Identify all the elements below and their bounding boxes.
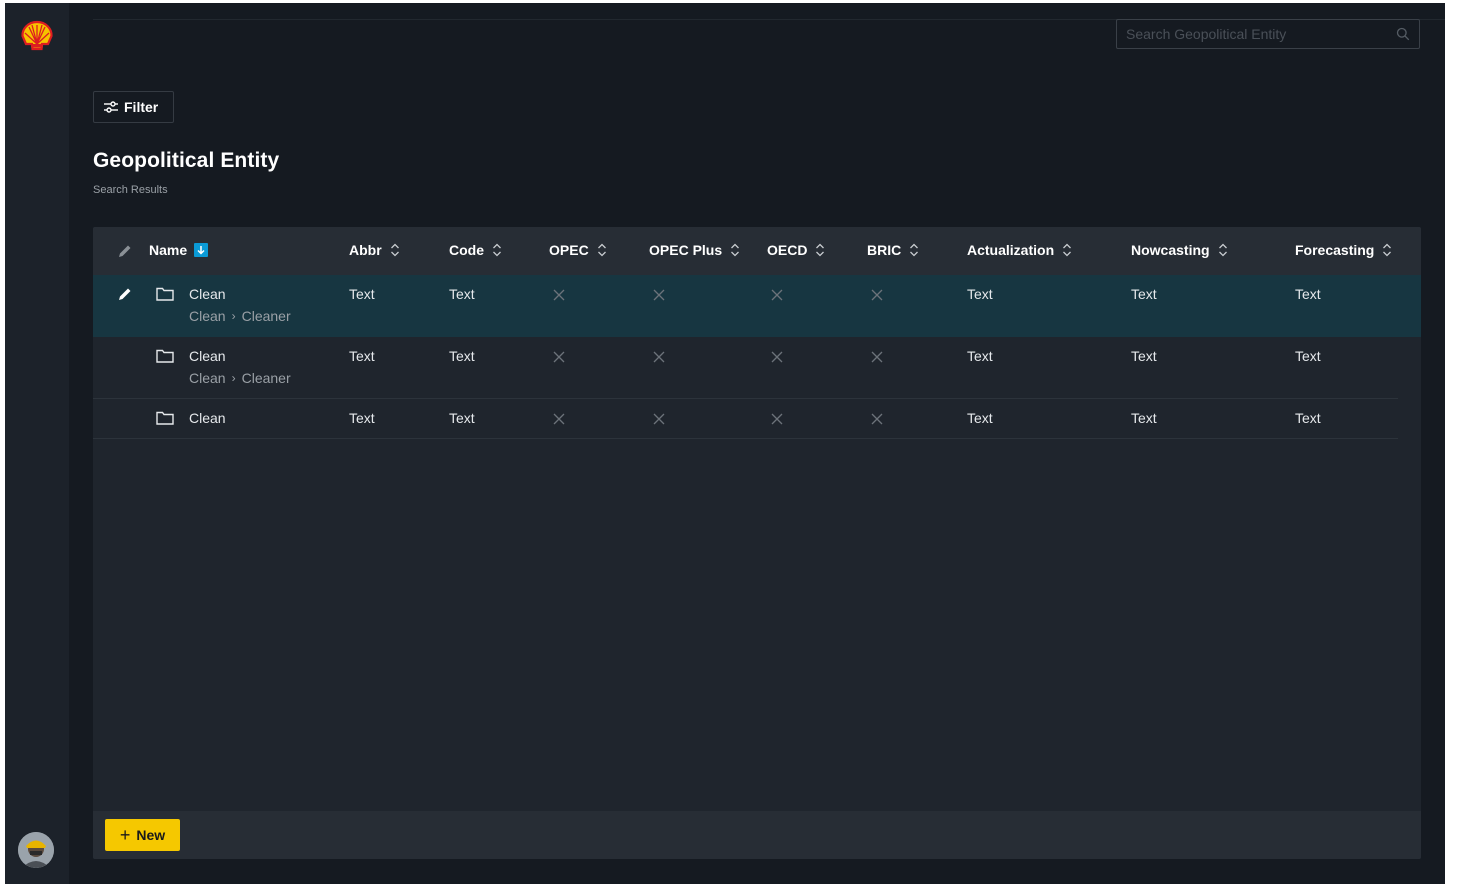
search-box[interactable] [1116,19,1420,49]
sort-icon[interactable] [597,243,607,257]
table-row[interactable]: Clean Text Text Text Text Text [93,399,1421,439]
row-actualization: Text [967,348,993,364]
x-mark-icon [653,289,665,301]
filter-button[interactable]: Filter [93,91,174,123]
x-mark-icon [653,413,665,425]
column-header-bric[interactable]: BRIC [867,242,919,258]
row-code: Text [449,410,475,426]
sort-icon[interactable] [730,243,740,257]
row-name: Clean [189,286,226,302]
row-forecasting: Text [1295,286,1321,302]
plus-icon: + [119,825,131,845]
x-mark-icon [871,413,883,425]
column-header-name[interactable]: Name [149,242,209,258]
sort-icon[interactable] [1062,243,1072,257]
column-header-nowcasting[interactable]: Nowcasting [1131,242,1228,258]
sort-icon[interactable] [815,243,825,257]
path-parent: Clean [189,370,226,386]
column-header-actualization[interactable]: Actualization [967,242,1072,258]
new-button[interactable]: + New [105,819,180,851]
path-child: Cleaner [241,370,291,386]
row-nowcasting: Text [1131,348,1157,364]
row-nowcasting: Text [1131,286,1157,302]
chevron-right-icon: › [231,309,236,323]
page-title: Geopolitical Entity [93,149,280,172]
folder-icon [156,287,174,301]
table-row[interactable]: Clean Clean › Cleaner Text Text Text Tex… [93,275,1421,337]
edit-column-icon [119,245,131,257]
row-nowcasting: Text [1131,410,1157,426]
row-actualization: Text [967,410,993,426]
x-mark-icon [553,413,565,425]
sliders-icon [104,101,118,113]
results-table-panel: Name Abbr Code OPEC OPEC Plus OECD BRIC … [93,227,1421,859]
row-name: Clean [189,410,226,426]
search-input[interactable] [1117,20,1405,48]
sidebar [5,3,69,884]
x-mark-icon [653,351,665,363]
path-child: Cleaner [241,308,291,324]
table-footer: + New [93,811,1421,859]
folder-icon [156,349,174,363]
x-mark-icon [553,289,565,301]
user-avatar[interactable] [18,832,54,868]
sort-descending-icon[interactable] [194,243,209,257]
column-header-forecasting[interactable]: Forecasting [1295,242,1392,258]
row-name: Clean [189,348,226,364]
sort-icon[interactable] [909,243,919,257]
row-actualization: Text [967,286,993,302]
row-code: Text [449,348,475,364]
sort-icon[interactable] [390,243,400,257]
sort-icon[interactable] [1218,243,1228,257]
row-forecasting: Text [1295,348,1321,364]
x-mark-icon [771,413,783,425]
page-subtitle: Search Results [93,184,168,196]
column-header-code[interactable]: Code [449,242,502,258]
sort-icon[interactable] [1382,243,1392,257]
row-abbr: Text [349,286,375,302]
x-mark-icon [771,351,783,363]
table-header: Name Abbr Code OPEC OPEC Plus OECD BRIC … [93,227,1421,275]
filter-button-label: Filter [124,99,159,115]
table-row[interactable]: Clean Clean › Cleaner Text Text Text Tex… [93,337,1421,399]
row-divider [93,438,1398,439]
x-mark-icon [871,351,883,363]
column-header-abbr[interactable]: Abbr [349,242,400,258]
row-abbr: Text [349,348,375,364]
row-code: Text [449,286,475,302]
column-header-oecd[interactable]: OECD [767,242,825,258]
chevron-right-icon: › [231,371,236,385]
row-path: Clean › Cleaner [189,308,291,324]
x-mark-icon [771,289,783,301]
column-header-opec-plus[interactable]: OPEC Plus [649,242,740,258]
shell-logo-icon[interactable] [20,20,54,52]
edit-icon[interactable] [117,286,133,302]
x-mark-icon [553,351,565,363]
folder-icon [156,411,174,425]
column-header-opec[interactable]: OPEC [549,242,607,258]
row-abbr: Text [349,410,375,426]
x-mark-icon [871,289,883,301]
sort-icon[interactable] [492,243,502,257]
path-parent: Clean [189,308,226,324]
row-forecasting: Text [1295,410,1321,426]
app-window: Filter Geopolitical Entity Search Result… [5,3,1445,884]
row-path: Clean › Cleaner [189,370,291,386]
new-button-label: New [136,827,166,843]
search-icon[interactable] [1396,27,1410,41]
